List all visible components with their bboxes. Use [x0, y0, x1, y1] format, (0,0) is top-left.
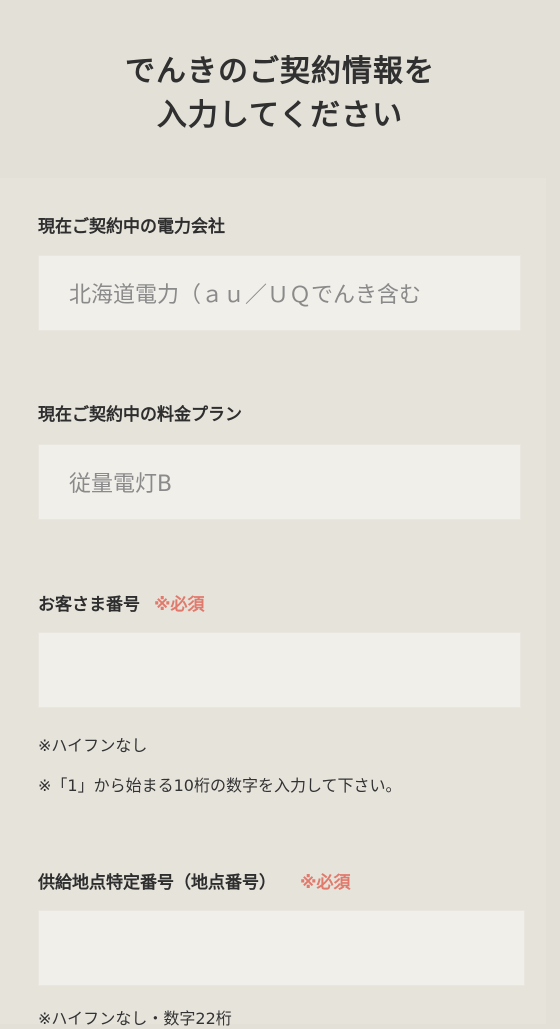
- required-badge: ※必須: [154, 595, 205, 615]
- page-title-line1: でんきのご契約情報を: [125, 54, 435, 90]
- page-title-line2: 入力してください: [156, 98, 404, 134]
- current-company-label: 現在ご契約中の電力会社: [38, 217, 225, 237]
- customer-number-input[interactable]: [38, 632, 521, 708]
- customer-number-note-hyphen: ※ハイフンなし: [38, 736, 148, 755]
- current-plan-label: 現在ご契約中の料金プラン: [38, 405, 242, 425]
- supply-point-input[interactable]: [38, 910, 525, 986]
- page-title: でんきのご契約情報を 入力してください: [0, 50, 560, 138]
- current-plan-value: 従量電灯B: [69, 472, 173, 497]
- current-company-select[interactable]: 北海道電力（ａｕ／ＵＱでんき含む: [38, 255, 521, 331]
- customer-number-label-text: お客さま番号: [38, 595, 140, 615]
- customer-number-note-digits: ※「1」から始まる10桁の数字を入力して下さい。: [38, 776, 402, 795]
- current-company-value: 北海道電力（ａｕ／ＵＱでんき含む: [69, 283, 422, 308]
- supply-point-note: ※ハイフンなし・数字22桁: [38, 1009, 232, 1028]
- customer-number-label: お客さま番号 ※必須: [38, 590, 205, 615]
- supply-point-label: 供給地点特定番号（地点番号） ※必須: [38, 868, 351, 893]
- current-plan-select[interactable]: 従量電灯B: [38, 444, 521, 520]
- supply-point-label-text: 供給地点特定番号（地点番号）: [38, 873, 276, 893]
- required-badge: ※必須: [300, 873, 351, 893]
